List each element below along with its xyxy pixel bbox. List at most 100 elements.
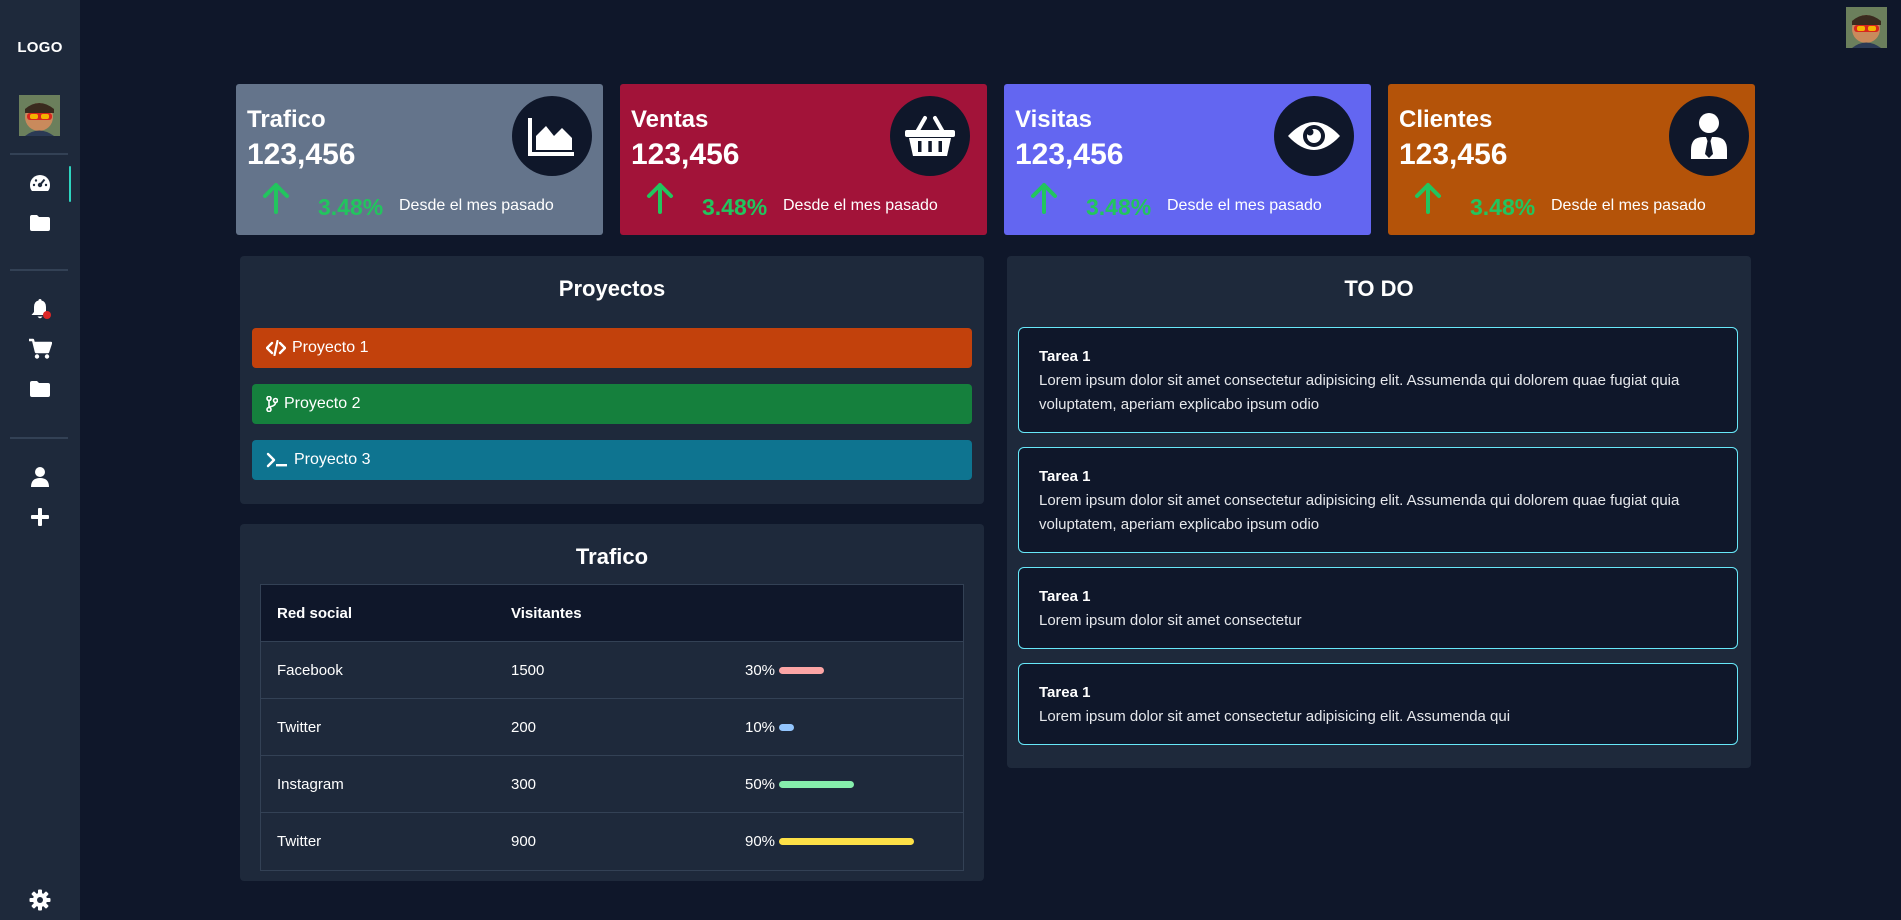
percent-label: 10% — [745, 718, 776, 736]
sidebar-divider — [10, 437, 68, 439]
column-header: Visitantes — [511, 604, 582, 622]
basket-icon — [905, 116, 955, 156]
project-label: Proyecto 2 — [284, 395, 361, 412]
traffic-table: Red social Visitantes Facebook 1500 30% … — [260, 584, 964, 871]
todo-item-text: Lorem ipsum dolor sit amet consectetur a… — [1039, 708, 1511, 725]
projects-title: Proyectos — [558, 276, 666, 301]
sidebar: LOGO — [0, 0, 80, 920]
area-chart-icon — [528, 118, 574, 156]
sidebar-item-settings[interactable] — [0, 886, 80, 914]
folder-icon — [30, 381, 50, 397]
sidebar-item-profile[interactable] — [0, 463, 80, 491]
percent-label: 90% — [745, 833, 776, 850]
stat-title: Clientes — [1399, 106, 1493, 133]
table-row: Facebook 1500 30% — [261, 642, 963, 699]
progress-bar — [779, 780, 855, 788]
stat-card-ventas: Ventas 123,456 3.48% Desde el mes pasado — [620, 84, 987, 235]
project-label: Proyecto 3 — [294, 451, 371, 468]
stat-value: 123,456 — [631, 138, 740, 171]
todo-item[interactable]: Tarea 1 Lorem ipsum dolor sit amet conse… — [1018, 447, 1738, 553]
sidebar-item-add[interactable] — [0, 503, 80, 531]
stat-note: Desde el mes pasado — [399, 197, 554, 214]
sidebar-item-files[interactable] — [0, 375, 80, 403]
percent-cell: 50% — [745, 756, 855, 812]
user-avatar[interactable] — [1846, 7, 1887, 48]
stat-value: 123,456 — [1399, 138, 1508, 171]
todo-item[interactable]: Tarea 1 Lorem ipsum dolor sit amet conse… — [1018, 327, 1738, 433]
stat-note: Desde el mes pasado — [783, 197, 938, 214]
todo-item-title: Tarea 1 — [1039, 348, 1091, 365]
network-cell: Twitter — [277, 833, 322, 850]
todo-item[interactable]: Tarea 1 Lorem ipsum dolor sit amet conse… — [1018, 663, 1738, 745]
stat-title: Ventas — [631, 106, 709, 133]
stat-note: Desde el mes pasado — [1167, 197, 1322, 214]
stat-title: Trafico — [247, 106, 326, 133]
percent-label: 50% — [745, 775, 776, 793]
todo-item[interactable]: Tarea 1 Lorem ipsum dolor sit amet conse… — [1018, 567, 1738, 649]
git-branch-icon — [266, 396, 278, 412]
projects-panel: Proyectos Proyecto 1 Proyecto 2 Proyecto… — [240, 256, 984, 504]
speedometer-icon — [30, 175, 50, 191]
gear-icon — [29, 889, 51, 911]
percent-cell: 30% — [745, 642, 825, 698]
stat-card-visitas: Visitas 123,456 3.48% Desde el mes pasad… — [1004, 84, 1371, 235]
user-tie-icon — [1691, 113, 1727, 159]
sidebar-item-folder[interactable] — [0, 209, 80, 237]
folder-icon — [30, 215, 50, 231]
visitors-cell: 300 — [511, 775, 537, 793]
notification-badge — [43, 311, 51, 319]
progress-bar — [779, 723, 795, 731]
stat-percentage: 3.48% — [1470, 194, 1536, 220]
visitors-cell: 200 — [511, 718, 537, 736]
table-header-row: Red social Visitantes — [261, 585, 963, 642]
stat-icon-circle — [890, 96, 970, 176]
sidebar-divider — [10, 269, 68, 271]
code-icon — [266, 340, 286, 356]
arrow-up-icon — [263, 183, 289, 214]
stat-percentage: 3.48% — [318, 194, 384, 220]
todo-item-text: Lorem ipsum dolor sit amet consectetur a… — [1039, 372, 1680, 413]
traffic-panel: Trafico Red social Visitantes Facebook 1… — [240, 524, 984, 881]
traffic-title: Trafico — [575, 544, 649, 569]
stat-icon-circle — [512, 96, 592, 176]
column-header: Red social — [277, 604, 353, 622]
stat-title: Visitas — [1015, 106, 1092, 133]
avatar[interactable] — [19, 95, 60, 136]
todo-item-title: Tarea 1 — [1039, 468, 1091, 485]
eye-icon — [1288, 122, 1340, 150]
stat-icon-circle — [1274, 96, 1354, 176]
todo-item-title: Tarea 1 — [1039, 684, 1091, 701]
table-row: Twitter 200 10% — [261, 699, 963, 756]
user-icon — [31, 467, 49, 487]
stat-card-trafico: Trafico 123,456 3.48% Desde el mes pasad… — [236, 84, 603, 235]
todo-title: TO DO — [1344, 276, 1414, 301]
project-item[interactable]: Proyecto 1 — [252, 328, 972, 368]
stat-value: 123,456 — [247, 138, 356, 171]
plus-icon — [31, 508, 49, 526]
sidebar-divider — [10, 153, 68, 155]
percent-cell: 90% — [745, 813, 915, 870]
sidebar-item-dashboard[interactable] — [0, 166, 80, 202]
todo-item-text: Lorem ipsum dolor sit amet consectetur a… — [1039, 492, 1680, 533]
stat-card-clientes: Clientes 123,456 3.48% Desde el mes pasa… — [1388, 84, 1755, 235]
stat-percentage: 3.48% — [1086, 194, 1152, 220]
visitors-cell: 900 — [511, 833, 537, 850]
arrow-up-icon — [1415, 183, 1441, 214]
visitors-cell: 1500 — [511, 661, 545, 679]
table-row: Instagram 300 50% — [261, 756, 963, 813]
sidebar-item-notifications[interactable] — [0, 295, 80, 323]
network-cell: Facebook — [277, 661, 343, 679]
arrow-up-icon — [1031, 183, 1057, 214]
arrow-up-icon — [647, 183, 673, 214]
sidebar-item-cart[interactable] — [0, 335, 80, 363]
percent-cell: 10% — [745, 699, 795, 755]
progress-bar — [779, 666, 825, 674]
network-cell: Twitter — [277, 718, 322, 736]
cart-icon — [29, 338, 52, 359]
project-item[interactable]: Proyecto 2 — [252, 384, 972, 424]
network-cell: Instagram — [277, 775, 344, 793]
project-item[interactable]: Proyecto 3 — [252, 440, 972, 480]
progress-bar — [779, 838, 915, 845]
stat-percentage: 3.48% — [702, 194, 768, 220]
stat-icon-circle — [1669, 96, 1749, 176]
